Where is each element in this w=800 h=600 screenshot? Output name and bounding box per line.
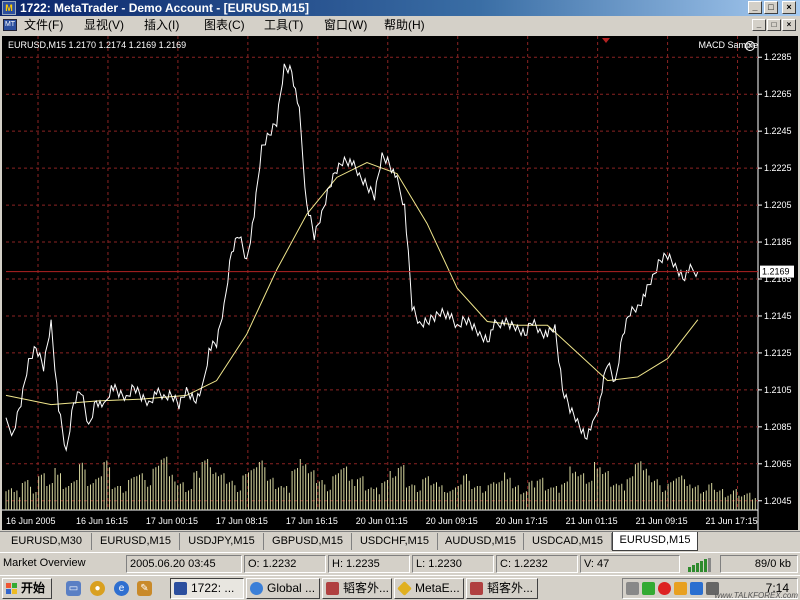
x-tick-label: 17 Jun 16:15 — [286, 516, 338, 526]
indicator-close-icon[interactable]: × — [745, 41, 755, 51]
chat-icon[interactable] — [674, 582, 687, 595]
close-button[interactable]: × — [782, 1, 796, 14]
menu-window[interactable]: 窗口(W) — [324, 18, 367, 32]
tab-usdchf-m15[interactable]: USDCHF,M15 — [352, 533, 438, 550]
menu-charts[interactable]: 图表(C) — [204, 18, 245, 32]
menu-insert[interactable]: 插入(I) — [144, 18, 179, 32]
y-tick-label: 1.2065 — [764, 459, 792, 469]
status-traffic: 89/0 kb — [720, 555, 798, 573]
metatrader-icon[interactable]: M — [2, 1, 16, 15]
y-tick-label: 1.2185 — [764, 237, 792, 247]
title-bar[interactable]: M 1722: MetaTrader - Demo Account - [EUR… — [0, 0, 800, 16]
window-icon — [326, 582, 339, 595]
status-volume: V: 47 — [580, 555, 680, 573]
tab-usdcad-m15[interactable]: USDCAD,M15 — [524, 533, 612, 550]
task-metaeditor[interactable]: MetaE... — [394, 578, 464, 599]
window-title: 1722: MetaTrader - Demo Account - [EURUS… — [20, 1, 309, 15]
tab-usdjpy-m15[interactable]: USDJPY,M15 — [180, 533, 264, 550]
y-tick-label: 1.2085 — [764, 422, 792, 432]
task-label: 韬客外... — [487, 581, 534, 595]
y-tick-label: 1.2265 — [764, 89, 792, 99]
x-tick-label: 17 Jun 00:15 — [146, 516, 198, 526]
chart-tabs: EURUSD,M30 EURUSD,M15 USDJPY,M15 GBPUSD,… — [0, 531, 800, 551]
menu-bar: MT 文件(F) 显视(V) 插入(I) 图表(C) 工具(T) 窗口(W) 帮… — [0, 16, 800, 34]
status-datetime: 2005.06.20 03:45 — [126, 555, 242, 573]
menu-help[interactable]: 帮助(H) — [384, 18, 425, 32]
watermark: www.TALKFOREX.com — [714, 591, 798, 600]
task-talkforex-1[interactable]: 韬客外... — [322, 578, 392, 599]
minimize-button[interactable]: _ — [748, 1, 762, 14]
y-tick-label: 1.2245 — [764, 126, 792, 136]
task-label: MetaE... — [415, 581, 460, 595]
status-high: H: 1.2235 — [328, 555, 410, 573]
status-open: O: 1.2232 — [244, 555, 326, 573]
moving-average-line — [5, 162, 699, 406]
status-close: C: 1.2232 — [496, 555, 578, 573]
task-label: 韬客外... — [343, 581, 390, 595]
y-tick-label: 1.2125 — [764, 348, 792, 358]
globe-icon — [250, 582, 263, 595]
status-low: L: 1.2230 — [412, 555, 494, 573]
metaeditor-icon — [397, 581, 412, 596]
chart-close-button[interactable]: × — [782, 19, 796, 31]
x-tick-label: 20 Jun 17:15 — [496, 516, 548, 526]
update-icon[interactable] — [690, 582, 703, 595]
windows-logo-icon — [6, 583, 17, 594]
keyboard-icon[interactable] — [626, 582, 639, 595]
task-label: Global ... — [267, 581, 316, 595]
application-window: M 1722: MetaTrader - Demo Account - [EUR… — [0, 0, 800, 600]
x-tick-label: 20 Jun 09:15 — [426, 516, 478, 526]
current-price-label: 1.2169 — [762, 267, 790, 277]
y-tick-label: 1.2225 — [764, 163, 792, 173]
tab-eurusd-m15-active[interactable]: EURUSD,M15 — [612, 532, 698, 551]
x-tick-label: 17 Jun 08:15 — [216, 516, 268, 526]
chart-minimize-button[interactable]: _ — [752, 19, 766, 31]
chart-canvas[interactable]: 1.2285 1.2265 1.2245 1.2225 1.2205 1.2185 1.21… — [2, 36, 798, 530]
price-line — [5, 63, 699, 452]
metatrader-task-icon — [174, 582, 187, 595]
price-chart[interactable]: 1.2285 1.2265 1.2245 1.2225 1.2205 1.2185 1.21… — [2, 36, 798, 530]
x-tick-label: 21 Jun 17:15 — [706, 516, 758, 526]
tab-eurusd-m15[interactable]: EURUSD,M15 — [92, 533, 180, 550]
x-tick-label: 16 Jun 2005 — [6, 516, 56, 526]
taskbar: 开始 ▭ ● e ✎ 1722: ... Global ... 韬客外... M… — [0, 575, 800, 600]
task-global[interactable]: Global ... — [246, 578, 320, 599]
tab-gbpusd-m15[interactable]: GBPUSD,M15 — [264, 533, 352, 550]
y-tick-label: 1.2105 — [764, 385, 792, 395]
menu-file[interactable]: 文件(F) — [24, 18, 63, 32]
y-tick-label: 1.2285 — [764, 52, 792, 62]
shift-marker — [602, 38, 610, 43]
task-metatrader[interactable]: 1722: ... — [170, 578, 244, 599]
start-button[interactable]: 开始 — [2, 578, 52, 599]
status-profile[interactable]: Market Overview — [0, 555, 124, 573]
maximize-button[interactable]: □ — [764, 1, 778, 14]
tab-audusd-m15[interactable]: AUDUSD,M15 — [438, 533, 524, 550]
task-talkforex-2[interactable]: 韬客外... — [466, 578, 538, 599]
x-tick-label: 16 Jun 16:15 — [76, 516, 128, 526]
window-icon — [470, 582, 483, 595]
connection-bars-icon[interactable] — [688, 558, 716, 572]
network-icon[interactable] — [642, 582, 655, 595]
menu-tools[interactable]: 工具(T) — [264, 18, 303, 32]
x-tick-label: 21 Jun 01:15 — [566, 516, 618, 526]
y-tick-label: 1.2145 — [764, 311, 792, 321]
x-tick-label: 20 Jun 01:15 — [356, 516, 408, 526]
menu-view[interactable]: 显视(V) — [84, 18, 124, 32]
desktop-icon[interactable]: ▭ — [66, 581, 81, 596]
media-icon[interactable]: ● — [90, 581, 105, 596]
symbol-info: EURUSD,M15 1.2170 1.2174 1.2169 1.2169 — [8, 40, 187, 50]
y-tick-label: 1.2045 — [764, 496, 792, 506]
chart-restore-button[interactable]: □ — [767, 19, 781, 31]
task-label: 1722: ... — [191, 581, 235, 595]
start-label: 开始 — [21, 581, 46, 595]
status-bar: Market Overview 2005.06.20 03:45 O: 1.22… — [0, 552, 800, 574]
browser-icon[interactable]: e — [114, 581, 129, 596]
editor-icon[interactable]: ✎ — [137, 581, 152, 596]
tab-eurusd-m30[interactable]: EURUSD,M30 — [2, 533, 92, 550]
x-tick-label: 21 Jun 09:15 — [636, 516, 688, 526]
chart-window-icon[interactable]: MT — [3, 19, 17, 31]
security-icon[interactable] — [658, 582, 671, 595]
y-tick-label: 1.2205 — [764, 200, 792, 210]
